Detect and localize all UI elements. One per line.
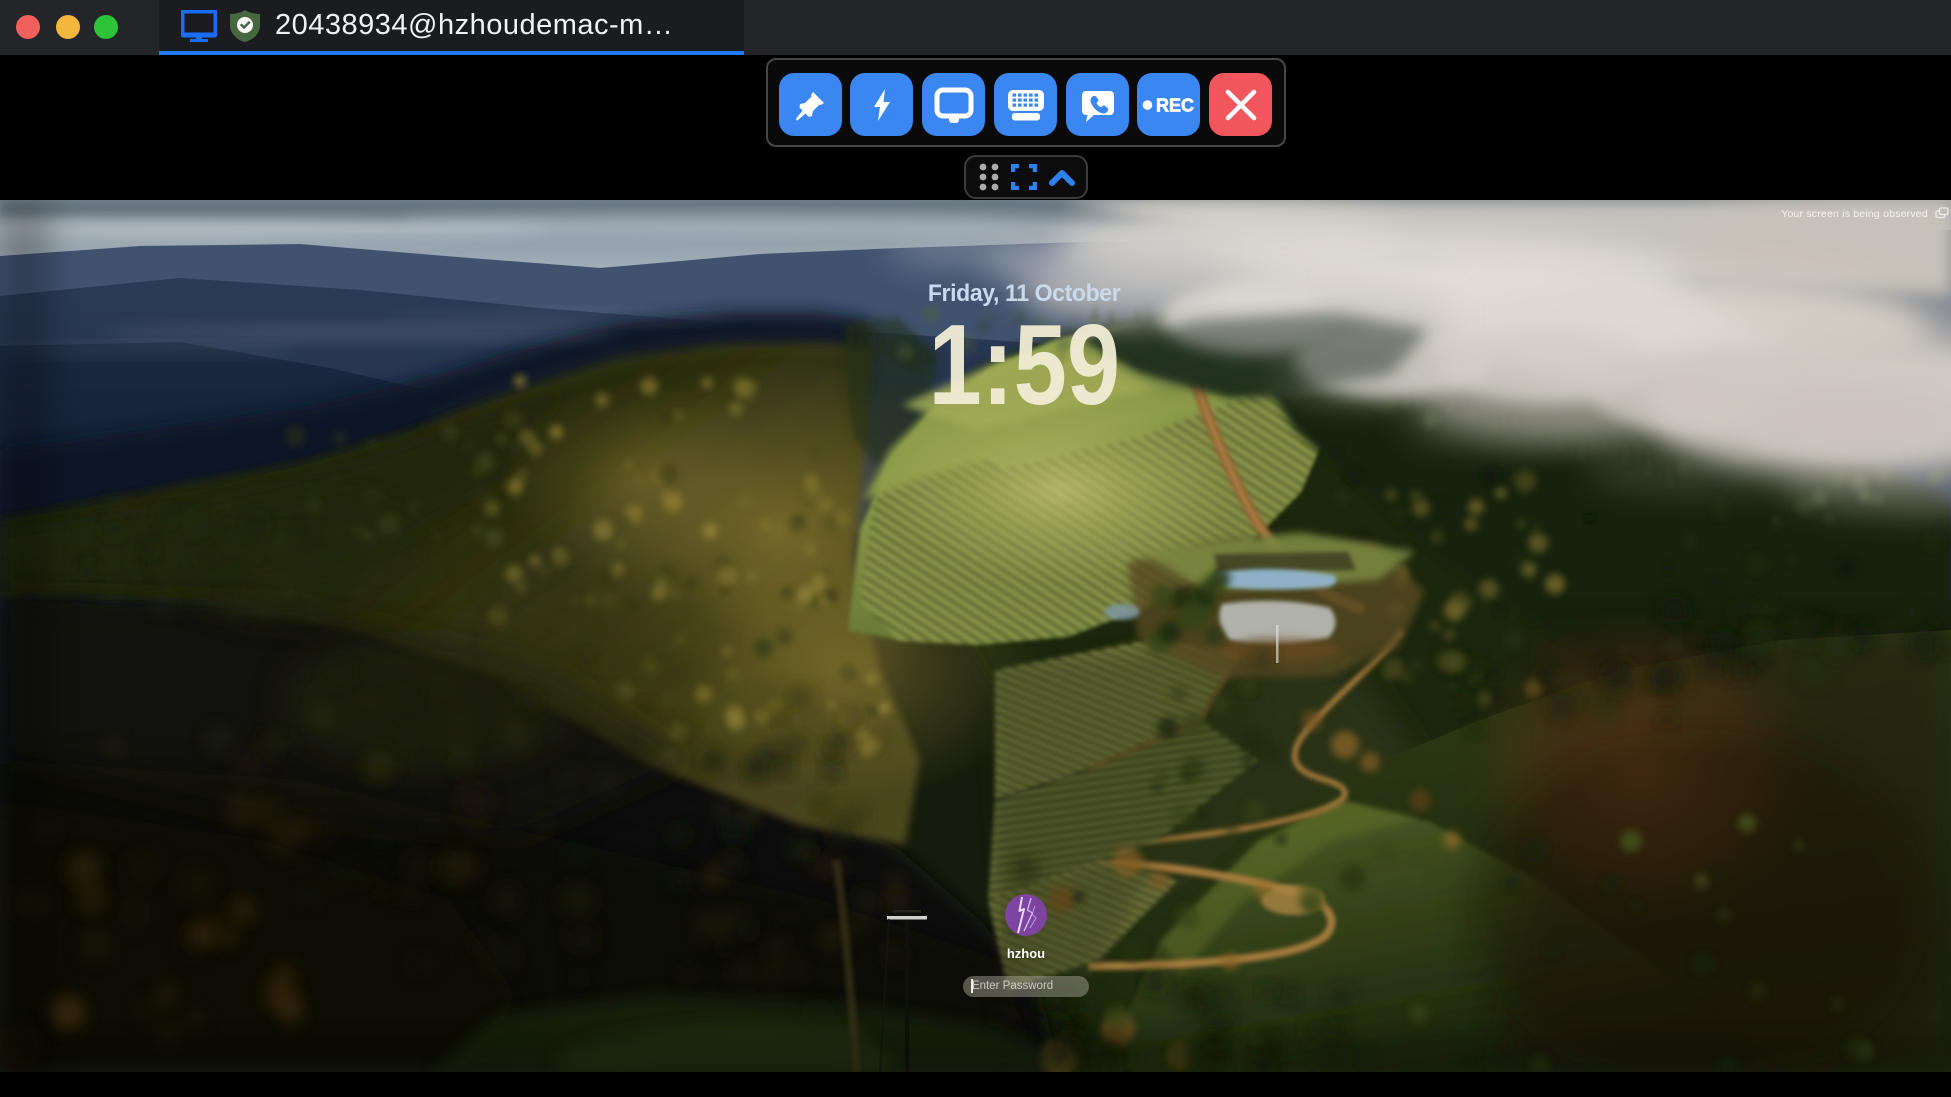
- svg-text:REC: REC: [1156, 95, 1194, 115]
